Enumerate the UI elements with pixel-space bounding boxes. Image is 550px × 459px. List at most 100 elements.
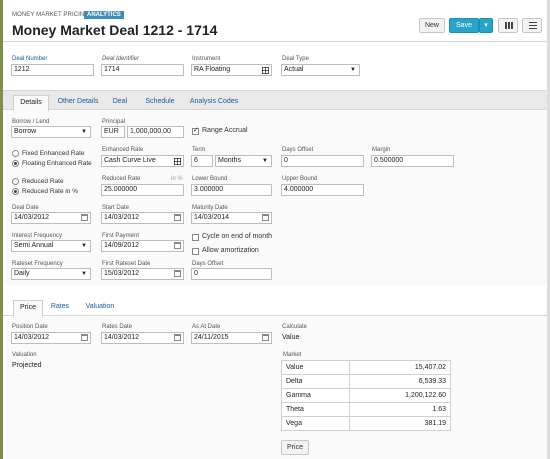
- deal-identifier-input[interactable]: 1714: [101, 64, 184, 76]
- calendar-icon[interactable]: [81, 214, 88, 221]
- upper-bound-input[interactable]: 4.000000: [281, 184, 364, 196]
- term-label: Term: [192, 147, 206, 153]
- market-row-value: 1.63: [349, 402, 451, 417]
- calendar-icon[interactable]: [174, 334, 181, 341]
- market-row-value: 15,407.02: [349, 360, 451, 375]
- maturity-date-value: 14/03/2014: [194, 214, 230, 221]
- cycle-end-of-month-checkbox[interactable]: [192, 234, 199, 241]
- calendar-icon[interactable]: [81, 334, 88, 341]
- range-accrual-checkbox[interactable]: [192, 126, 199, 135]
- reduced-rate-option-label: Reduced Rate: [22, 178, 64, 185]
- rates-date-value: 14/03/2012: [104, 334, 140, 341]
- calendar-icon[interactable]: [262, 214, 269, 221]
- as-at-date-label: As At Date: [192, 324, 221, 330]
- principal-label: Principal: [102, 119, 126, 125]
- table-row: Delta 6,539.33: [280, 374, 451, 389]
- tab-analysis-codes[interactable]: Analysis Codes: [188, 95, 240, 112]
- term-input[interactable]: 6: [191, 155, 213, 167]
- save-button[interactable]: Save: [449, 18, 479, 33]
- start-date-value: 14/03/2012: [104, 214, 140, 221]
- tab-deal[interactable]: Deal: [109, 95, 131, 112]
- rateset-frequency-label: Rateset Frequency: [12, 261, 63, 267]
- position-date-input[interactable]: 14/03/2012: [11, 332, 91, 344]
- dropdown-arrow-icon: ▼: [81, 271, 87, 277]
- instrument-value: RA Floating: [194, 66, 231, 73]
- first-payment-input[interactable]: 14/09/2012: [101, 240, 184, 252]
- deal-type-label: Deal Type: [282, 56, 309, 62]
- tab-other-details[interactable]: Other Details: [55, 95, 101, 112]
- position-date-label: Position Date: [12, 324, 48, 330]
- principal-input[interactable]: 1,000,000.00: [127, 126, 184, 138]
- deal-date-value: 14/03/2012: [14, 214, 50, 221]
- margin-input[interactable]: 0.500000: [371, 155, 454, 167]
- first-rateset-date-input[interactable]: 15/03/2012: [101, 268, 184, 280]
- as-at-date-input[interactable]: 24/11/2015: [191, 332, 272, 344]
- market-row-value: 1,200,122.60: [349, 388, 451, 403]
- maturity-date-label: Maturity Date: [192, 205, 228, 211]
- calendar-icon[interactable]: [174, 214, 181, 221]
- lookup-grid-icon[interactable]: [262, 67, 269, 74]
- tab-price[interactable]: Price: [13, 300, 43, 317]
- fixed-enhanced-rate-radio[interactable]: [12, 150, 19, 157]
- valuation-label: Valuation: [12, 352, 37, 358]
- rates-date-input[interactable]: 14/03/2012: [101, 332, 184, 344]
- deal-number-input[interactable]: 1212: [11, 64, 94, 76]
- calendar-icon[interactable]: [262, 334, 269, 341]
- range-accrual-label: Range Accrual: [202, 127, 248, 134]
- deal-type-value: Actual: [284, 66, 304, 73]
- tab-details[interactable]: Details: [13, 95, 49, 112]
- reduced-rate-percent-radio[interactable]: [12, 188, 19, 195]
- floating-enhanced-rate-label: Floating Enhanced Rate: [22, 160, 92, 167]
- save-dropdown-button[interactable]: ▾: [479, 18, 493, 33]
- menu-button[interactable]: [522, 18, 542, 33]
- floating-enhanced-rate-radio[interactable]: [12, 160, 19, 167]
- currency-input[interactable]: EUR: [101, 126, 125, 138]
- upper-bound-label: Upper Bound: [282, 176, 318, 182]
- market-row-name: Value: [280, 360, 351, 375]
- calculate-label: Calculate: [282, 324, 308, 330]
- first-rateset-date-label: First Rateset Date: [102, 261, 151, 267]
- valuation-value: Projected: [12, 362, 42, 369]
- deal-date-input[interactable]: 14/03/2012: [11, 212, 91, 224]
- table-row: Gamma 1,200,122.60: [280, 388, 451, 403]
- tab-rates[interactable]: Rates: [49, 300, 71, 317]
- days-offset-input[interactable]: 0: [281, 155, 364, 167]
- enhanced-rate-label: Enhanced Rate: [102, 147, 144, 153]
- instrument-input[interactable]: RA Floating: [191, 64, 272, 76]
- start-date-input[interactable]: 14/03/2012: [101, 212, 184, 224]
- calendar-icon[interactable]: [174, 270, 181, 277]
- deal-type-select[interactable]: Actual ▼: [281, 64, 360, 76]
- fixed-enhanced-rate-label: Fixed Enhanced Rate: [22, 150, 85, 157]
- rateset-frequency-select[interactable]: Daily ▼: [11, 268, 91, 280]
- lower-bound-input[interactable]: 3.000000: [191, 184, 272, 196]
- maturity-date-input[interactable]: 14/03/2014: [191, 212, 272, 224]
- new-button[interactable]: New: [419, 18, 445, 33]
- tab-schedule[interactable]: Schedule: [142, 95, 178, 112]
- table-row: Vega 381.19: [280, 416, 451, 431]
- days-offset-2-input[interactable]: 0: [191, 268, 272, 280]
- term-unit-select[interactable]: Months ▼: [215, 155, 272, 167]
- price-button[interactable]: Price: [281, 440, 309, 455]
- days-offset-2-label: Days Offset: [192, 261, 224, 267]
- reduced-rate-radio[interactable]: [12, 178, 19, 185]
- market-row-name: Delta: [280, 374, 351, 389]
- borrow-lend-select[interactable]: Borrow ▼: [11, 126, 91, 138]
- grid-view-button[interactable]: [498, 18, 518, 33]
- allow-amortization-checkbox[interactable]: [192, 248, 199, 255]
- enhanced-rate-value: Cash Curve Live: [104, 157, 156, 164]
- reduced-rate-label: Reduced Rate: [102, 176, 141, 182]
- calendar-icon[interactable]: [174, 242, 181, 249]
- as-at-date-value: 24/11/2015: [194, 334, 229, 341]
- interest-frequency-select[interactable]: Semi Annual ▼: [11, 240, 91, 252]
- first-payment-value: 14/09/2012: [104, 242, 140, 249]
- reduced-rate-input[interactable]: 25.000000: [101, 184, 184, 196]
- enhanced-rate-input[interactable]: Cash Curve Live: [101, 155, 184, 167]
- calculate-value: Value: [282, 334, 300, 341]
- deal-number-label: Deal Number: [12, 56, 48, 62]
- page-title: Money Market Deal 1212 - 1714: [12, 22, 218, 38]
- tab-valuation[interactable]: Valuation: [83, 300, 117, 317]
- detail-tab-bar: Details Other Details Deal Schedule Anal…: [3, 90, 550, 112]
- lookup-grid-icon[interactable]: [174, 158, 181, 165]
- market-table: Value 15,407.02 Delta 6,539.33 Gamma 1,200,…: [280, 360, 451, 431]
- rates-date-label: Rates Date: [102, 324, 133, 330]
